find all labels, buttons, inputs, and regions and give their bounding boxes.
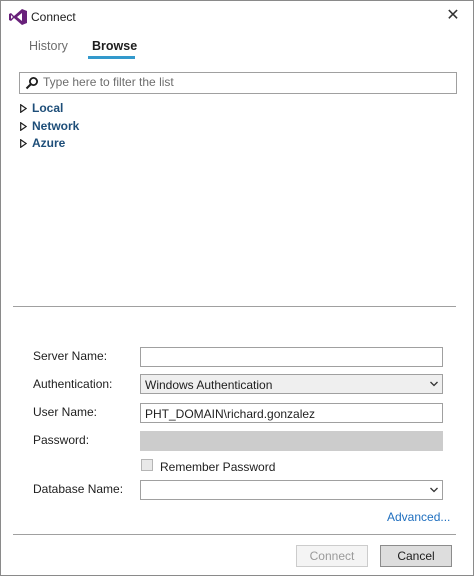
expand-arrow-icon[interactable] — [20, 104, 27, 113]
filter-input[interactable] — [43, 74, 448, 90]
remember-password-label[interactable]: Remember Password — [160, 460, 275, 474]
tree-item-label: Network — [32, 119, 80, 133]
user-name-field[interactable]: PHT_DOMAIN\richard.gonzalez — [140, 403, 443, 423]
expand-arrow-icon[interactable] — [20, 122, 27, 131]
title-bar: Connect ✕ — [1, 1, 473, 31]
footer-divider — [13, 534, 456, 535]
expand-arrow-icon[interactable] — [20, 139, 27, 148]
remember-password-checkbox[interactable] — [141, 459, 153, 471]
user-name-value: PHT_DOMAIN\richard.gonzalez — [145, 407, 316, 421]
password-field — [140, 431, 443, 451]
filter-box[interactable] — [19, 72, 457, 94]
user-name-label: User Name: — [33, 405, 98, 419]
chevron-down-icon — [430, 487, 438, 493]
chevron-down-icon — [430, 381, 438, 387]
password-label: Password: — [33, 433, 90, 447]
database-name-label: Database Name: — [33, 482, 124, 496]
cancel-button[interactable]: Cancel — [380, 545, 452, 567]
browse-panel-divider — [13, 306, 456, 307]
connect-dialog: Connect ✕ History Browse Local Network A… — [0, 0, 474, 576]
close-icon[interactable]: ✕ — [443, 5, 463, 27]
tree-item-label: Azure — [32, 136, 66, 150]
tree-item-label: Local — [32, 101, 64, 115]
selected-tab-indicator — [88, 56, 135, 59]
advanced-link[interactable]: Advanced... — [387, 510, 450, 524]
server-name-field[interactable] — [140, 347, 443, 367]
server-name-label: Server Name: — [33, 349, 108, 363]
window-title: Connect — [31, 10, 76, 24]
connect-button[interactable]: Connect — [296, 545, 368, 567]
database-name-select[interactable] — [140, 480, 443, 500]
authentication-select[interactable]: Windows Authentication — [140, 374, 443, 394]
search-icon — [25, 77, 38, 90]
tab-browse[interactable]: Browse — [92, 39, 137, 53]
authentication-label: Authentication: — [33, 377, 113, 391]
visual-studio-logo-icon — [9, 9, 27, 25]
authentication-value: Windows Authentication — [145, 378, 273, 392]
tab-history[interactable]: History — [29, 39, 68, 53]
